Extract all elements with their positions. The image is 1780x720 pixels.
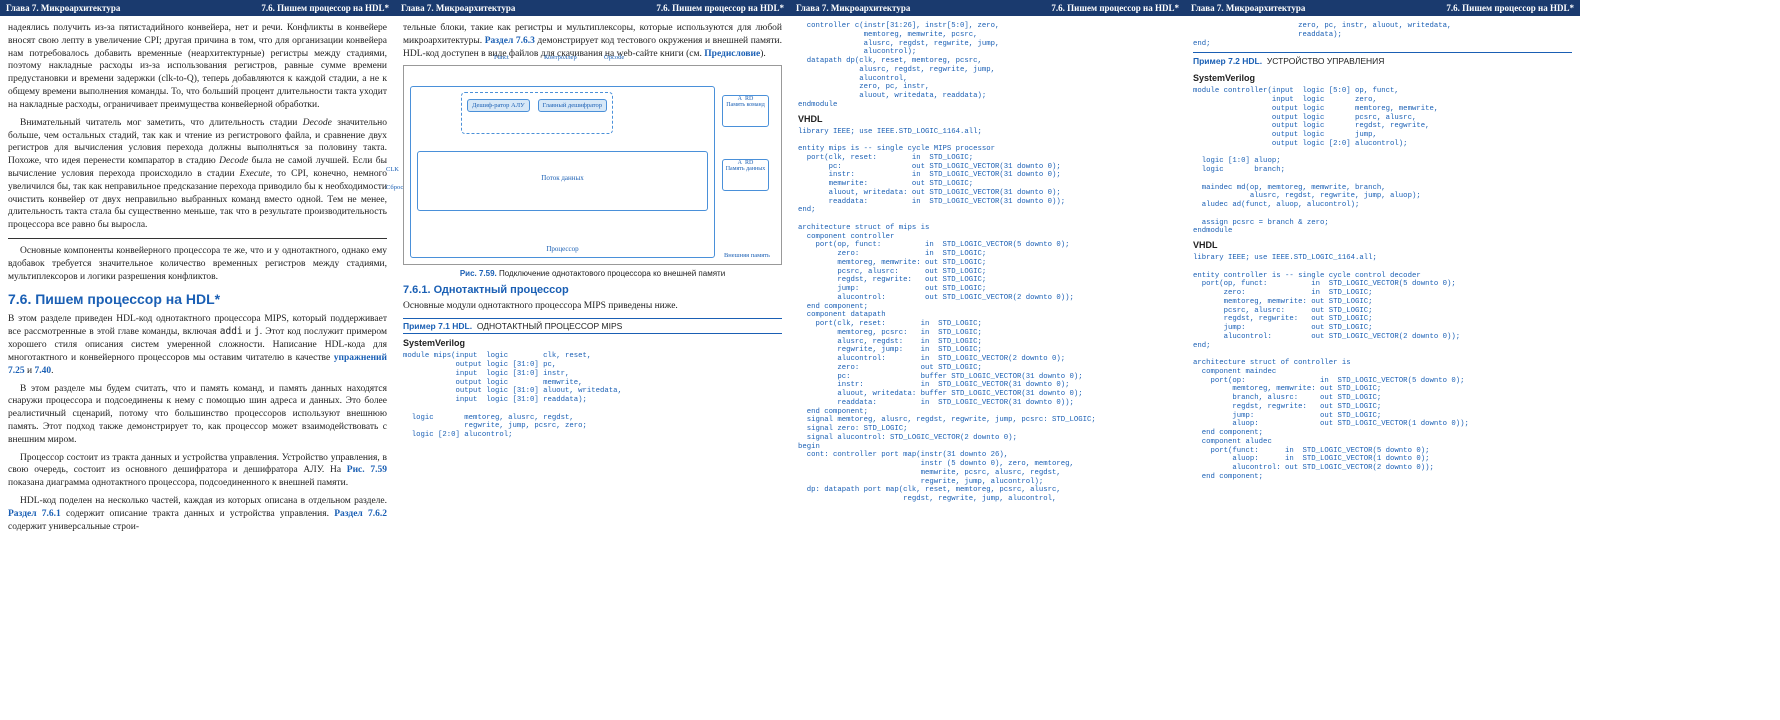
page-header: Глава 7. Микроархитектура 7.6. Пишем проц…: [790, 0, 1185, 16]
processor-label: Процессор: [546, 245, 578, 253]
lang-heading: VHDL: [1193, 240, 1572, 250]
header-left: Глава 7. Микроархитектура: [796, 3, 910, 13]
body-text: Основные модули однотактного процессора …: [403, 300, 782, 313]
main-decoder-box: Главный дешифратор: [538, 99, 608, 112]
page-3: Глава 7. Микроархитектура 7.6. Пишем проц…: [790, 0, 1185, 720]
body-text: надеялись получить из-за пятистадийного …: [8, 22, 387, 112]
header-left: Глава 7. Микроархитектура: [6, 3, 120, 13]
instr-memory-box: A RDПамять команд: [722, 95, 769, 127]
body-text: Внимательный читатель мог заметить, что …: [8, 117, 387, 232]
page-4: Глава 7. Микроархитектура 7.6. Пишем проц…: [1185, 0, 1580, 720]
label: Контроллер: [544, 54, 577, 61]
body-text: В этом разделе мы будем считать, что и п…: [8, 383, 387, 447]
alu-decoder-box: Дешиф-ратор АЛУ: [467, 99, 530, 112]
code-block: zero, pc, instr, aluout, writedata, read…: [1193, 22, 1572, 48]
body-text: тельные блоки, такие как регистры и муль…: [403, 22, 782, 60]
code-block: module mips(input logic clk, reset, outp…: [403, 352, 782, 440]
controller-box: Дешиф-ратор АЛУ Главный дешифратор: [461, 92, 613, 134]
datapath-box: Поток данных: [417, 151, 708, 211]
page-1: Глава 7. Микроархитектура 7.6. Пишем проц…: [0, 0, 395, 720]
body-text: HDL-код поделен на несколько частей, каж…: [8, 495, 387, 533]
body-text: Процессор состоит из тракта данных и уст…: [8, 452, 387, 490]
code-block: library IEEE; use IEEE.STD_LOGIC_1164.al…: [798, 128, 1177, 504]
body-text: Основные компоненты конвейерного процесс…: [8, 245, 387, 283]
page-header: Глава 7. Микроархитектура 7.6. Пишем проц…: [0, 0, 395, 16]
page-header: Глава 7. Микроархитектура 7.6. Пишем проц…: [395, 0, 790, 16]
lang-heading: SystemVerilog: [1193, 73, 1572, 83]
example-heading: Пример 7.1 HDL. ОДНОТАКТНЫЙ ПРОЦЕССОР MI…: [403, 318, 782, 334]
header-left: Глава 7. Микроархитектура: [1191, 3, 1305, 13]
header-right: 7.6. Пишем процессор на HDL*: [261, 3, 389, 13]
header-left: Глава 7. Микроархитектура: [401, 3, 515, 13]
figure-caption: Рис. 7.59. Подключение однотактового про…: [403, 269, 782, 278]
body-text: В этом разделе приведен HDL-код однотакт…: [8, 313, 387, 377]
header-right: 7.6. Пишем процессор на HDL*: [1051, 3, 1179, 13]
subsection-heading: 7.6.1. Однотактный процессор: [403, 284, 782, 296]
code-block: library IEEE; use IEEE.STD_LOGIC_1164.al…: [1193, 254, 1572, 482]
page-2: Глава 7. Микроархитектура 7.6. Пишем проц…: [395, 0, 790, 720]
header-right: 7.6. Пишем процессор на HDL*: [656, 3, 784, 13]
header-right: 7.6. Пишем процессор на HDL*: [1446, 3, 1574, 13]
section-heading: 7.6. Пишем процессор на HDL*: [8, 291, 387, 307]
divider: [8, 238, 387, 239]
page-header: Глава 7. Микроархитектура 7.6. Пишем проц…: [1185, 0, 1580, 16]
example-heading: Пример 7.2 HDL. УСТРОЙСТВО УПРАВЛЕНИЯ: [1193, 52, 1572, 69]
figure-diagram: Funct Контроллер Opcode CLK Сброс Дешиф-…: [403, 65, 782, 265]
lang-heading: SystemVerilog: [403, 338, 782, 348]
lang-heading: VHDL: [798, 114, 1177, 124]
data-memory-box: A RDПамять данных: [722, 159, 769, 191]
code-block: module controller(input logic [5:0] op, …: [1193, 87, 1572, 236]
code-block: controller c(instr[31:26], instr[5:0], z…: [798, 22, 1177, 110]
